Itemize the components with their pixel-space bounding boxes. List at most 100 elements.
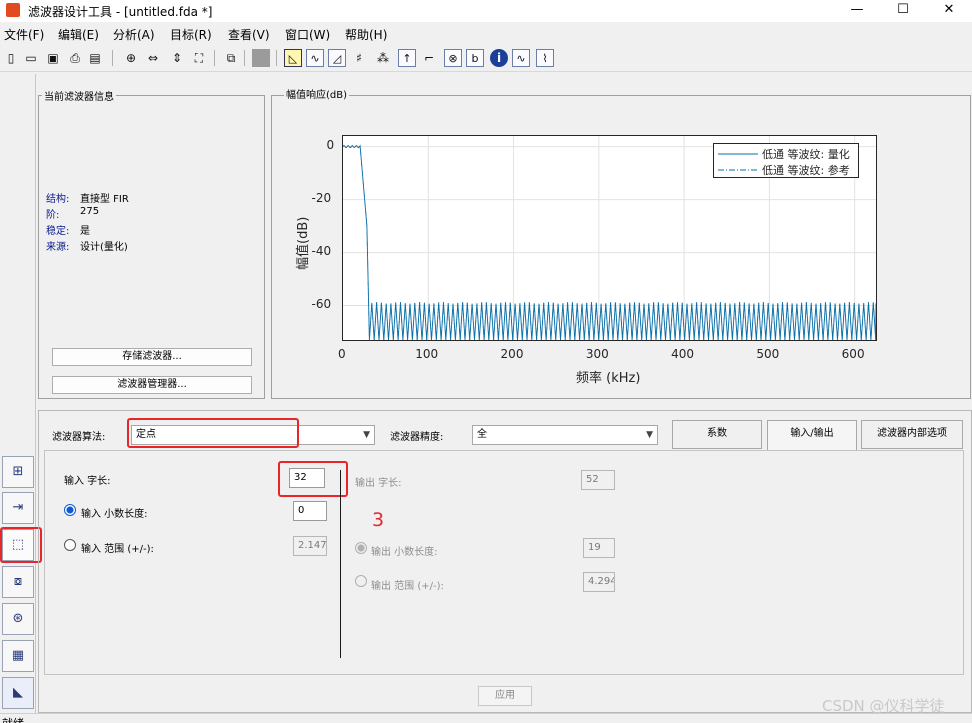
new-figure-icon[interactable]: ⧉ xyxy=(222,49,240,67)
title-bar: 滤波器设计工具 - [untitled.fda *] — ☐ ✕ xyxy=(0,0,972,22)
x-tick-label: 0 xyxy=(338,347,346,361)
input-range-field[interactable]: 2.147 xyxy=(293,536,327,556)
legend-entry-quantized: 低通 等波纹: 量化 xyxy=(762,148,850,161)
output-frac-length-field[interactable]: 19 xyxy=(583,538,615,558)
chevron-down-icon: ▼ xyxy=(646,430,653,440)
multirate-sidebar-button[interactable]: ▦ xyxy=(2,640,34,672)
full-screen-icon[interactable] xyxy=(252,49,270,67)
phase-response-icon[interactable]: ∿ xyxy=(306,49,324,67)
annotation-box-2 xyxy=(127,418,299,448)
menu-help[interactable]: 帮助(H) xyxy=(345,26,387,43)
menu-file[interactable]: 文件(F) xyxy=(4,26,44,43)
menu-edit[interactable]: 编辑(E) xyxy=(58,26,99,43)
x-tick-label: 300 xyxy=(585,347,609,361)
print-preview-icon[interactable]: ▤ xyxy=(86,49,104,67)
y-tick-label: -20 xyxy=(311,190,332,205)
x-tick-label: 100 xyxy=(415,347,439,361)
open-icon[interactable]: ▭ xyxy=(22,49,40,67)
maximize-button[interactable]: ☐ xyxy=(880,0,926,22)
tab-filter-internals[interactable]: 滤波器内部选项 xyxy=(861,420,963,449)
menu-view[interactable]: 查看(V) xyxy=(228,26,270,43)
magnitude-phase-icon[interactable]: ◿ xyxy=(328,49,346,67)
annotation-number-3: 3 xyxy=(372,509,385,531)
minimize-button[interactable]: — xyxy=(834,0,880,22)
close-button[interactable]: ✕ xyxy=(926,0,972,22)
output-frac-length-label: 输出 小数长度: xyxy=(371,547,438,558)
filter-precision-select[interactable]: 全 ▼ xyxy=(472,425,658,445)
annotation-box-input-word-length xyxy=(278,461,348,497)
pole-zero-editor-sidebar-button[interactable]: ⊛ xyxy=(2,603,34,635)
tab-input-output[interactable]: 输入/输出 xyxy=(767,420,857,451)
print-icon[interactable]: ⎙ xyxy=(66,49,84,67)
plot-legend: 低通 等波纹: 量化 低通 等波纹: 参考 xyxy=(713,143,859,178)
input-frac-length-field[interactable]: 0 xyxy=(293,501,327,521)
input-frac-length-radio[interactable] xyxy=(64,504,76,516)
group-delay-icon[interactable]: ♯ xyxy=(350,49,368,67)
stable-label: 稳定: xyxy=(46,226,70,237)
annotation-box-1 xyxy=(0,527,42,563)
store-filter-button[interactable]: 存储滤波器... xyxy=(52,348,252,366)
x-tick-label: 600 xyxy=(841,347,865,361)
output-word-length-field[interactable]: 52 xyxy=(581,470,615,490)
x-axis-label: 频率 (kHz) xyxy=(576,371,641,386)
filter-precision-value: 全 xyxy=(477,429,487,440)
phase-delay-icon[interactable]: ⁂ xyxy=(374,49,392,67)
x-tick-label: 400 xyxy=(671,347,695,361)
structure-label: 结构: xyxy=(46,194,70,205)
output-frac-length-radio[interactable] xyxy=(355,542,367,554)
filter-designer-window: 滤波器设计工具 - [untitled.fda *] — ☐ ✕ 文件(F) 编… xyxy=(0,0,972,723)
input-range-radio[interactable] xyxy=(64,539,76,551)
filter-arithmetic-label: 滤波器算法: xyxy=(52,432,106,443)
full-view-icon[interactable]: ⛶ xyxy=(190,49,208,67)
menu-analysis[interactable]: 分析(A) xyxy=(113,26,155,43)
new-icon[interactable]: ▯ xyxy=(2,49,20,67)
output-range-radio[interactable] xyxy=(355,575,367,587)
menu-window[interactable]: 窗口(W) xyxy=(285,26,330,43)
toolbar-separator xyxy=(214,50,215,66)
step-response-icon[interactable]: ⌐ xyxy=(420,49,438,67)
realize-model-sidebar-button[interactable]: ◣ xyxy=(2,677,34,709)
filter-precision-label: 滤波器精度: xyxy=(390,432,444,443)
tab-coefficients[interactable]: 系数 xyxy=(672,420,762,449)
menu-targets[interactable]: 目标(R) xyxy=(170,26,212,43)
input-frac-length-label: 输入 小数长度: xyxy=(81,509,148,520)
source-label: 来源: xyxy=(46,242,70,253)
filter-coefficients-icon[interactable]: b xyxy=(466,49,484,67)
zoom-in-icon[interactable]: ⊕ xyxy=(122,49,140,67)
io-divider xyxy=(340,470,341,658)
apply-button[interactable]: 应用 xyxy=(478,686,532,706)
zoom-y-icon[interactable]: ⇕ xyxy=(168,49,186,67)
pole-zero-icon[interactable]: ⊗ xyxy=(444,49,462,67)
window-title: 滤波器设计工具 - [untitled.fda *] xyxy=(28,5,213,19)
source-value: 设计(量化) xyxy=(80,242,128,253)
magnitude-response-icon[interactable]: ◺ xyxy=(284,49,302,67)
toolbar-separator xyxy=(112,50,113,66)
toolbar-separator xyxy=(244,50,245,66)
filter-manager-button[interactable]: 滤波器管理器... xyxy=(52,376,252,394)
save-icon[interactable]: ▣ xyxy=(44,49,62,67)
round-off-noise-icon[interactable]: ⌇ xyxy=(536,49,554,67)
magnitude-response-title: 幅值响应(dB) xyxy=(284,86,350,101)
transform-filter-sidebar-button[interactable]: ⧇ xyxy=(2,566,34,598)
x-tick-label: 500 xyxy=(756,347,780,361)
stable-value: 是 xyxy=(80,226,90,237)
output-range-label: 输出 范围 (+/-): xyxy=(371,581,444,592)
filter-info-icon[interactable]: i xyxy=(490,49,508,67)
magnitude-estimate-icon[interactable]: ∿ xyxy=(512,49,530,67)
y-tick-label: -40 xyxy=(311,243,332,258)
input-range-label: 输入 范围 (+/-): xyxy=(81,544,154,555)
impulse-response-icon[interactable]: ↑ xyxy=(398,49,416,67)
structure-value: 直接型 FIR xyxy=(80,194,129,205)
toolbar-separator xyxy=(276,50,277,66)
x-tick-label: 200 xyxy=(500,347,524,361)
watermark-text: CSDN @仪科学徒 xyxy=(822,697,945,715)
y-tick-label: -60 xyxy=(311,296,332,311)
zoom-x-icon[interactable]: ⇔ xyxy=(144,49,162,67)
output-range-field[interactable]: 4.2949 xyxy=(583,572,615,592)
legend-entry-reference: 低通 等波纹: 参考 xyxy=(762,164,850,177)
status-text: 就绪 xyxy=(2,715,24,723)
output-word-length-label: 输出 字长: xyxy=(355,478,402,489)
import-filter-sidebar-button[interactable]: ⇥ xyxy=(2,492,34,524)
y-axis-label: 幅值(dB) xyxy=(296,216,311,270)
design-filter-sidebar-button[interactable]: ⊞ xyxy=(2,456,34,488)
